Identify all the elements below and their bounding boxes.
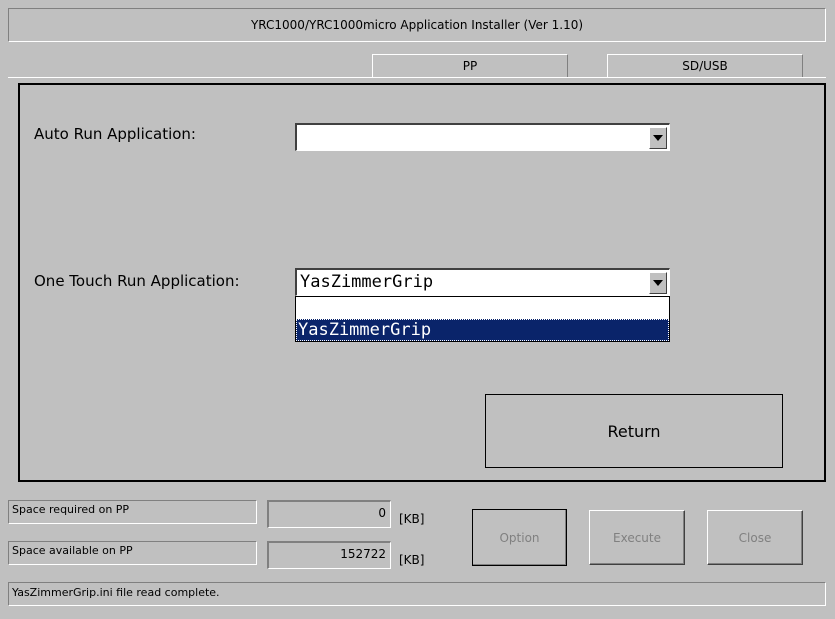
space-required-value: 0 [267,500,391,528]
close-button[interactable]: Close [707,510,803,565]
window-title: YRC1000/YRC1000micro Application Install… [8,8,826,42]
one-touch-dropdown-list: YasZimmerGrip [295,296,670,342]
space-available-unit: [KB] [399,553,425,567]
dropdown-option-yaszimmergrip[interactable]: YasZimmerGrip [296,319,669,341]
return-button[interactable]: Return [485,394,783,468]
space-available-value: 152722 [267,541,391,569]
auto-run-label: Auto Run Application: [34,125,196,143]
one-touch-label: One Touch Run Application: [34,272,240,290]
auto-run-value [297,125,647,149]
one-touch-dropdown-button[interactable] [649,272,667,294]
chevron-down-icon [653,135,663,141]
tab-pp[interactable]: PP [372,54,568,78]
chevron-down-icon [653,280,663,286]
space-required-unit: [KB] [399,512,425,526]
option-button[interactable]: Option [472,509,567,566]
one-touch-combo[interactable]: YasZimmerGrip [295,268,670,296]
status-bar: YasZimmerGrip.ini file read complete. [8,582,826,606]
space-required-label: Space required on PP [8,500,257,524]
one-touch-value: YasZimmerGrip [300,272,434,292]
tab-divider [8,77,826,78]
tab-sd-usb[interactable]: SD/USB [607,54,803,78]
execute-button[interactable]: Execute [589,510,685,565]
auto-run-dropdown-button[interactable] [649,127,667,149]
space-available-label: Space available on PP [8,541,257,565]
dropdown-option-empty[interactable] [296,297,669,319]
auto-run-combo[interactable] [295,123,670,151]
